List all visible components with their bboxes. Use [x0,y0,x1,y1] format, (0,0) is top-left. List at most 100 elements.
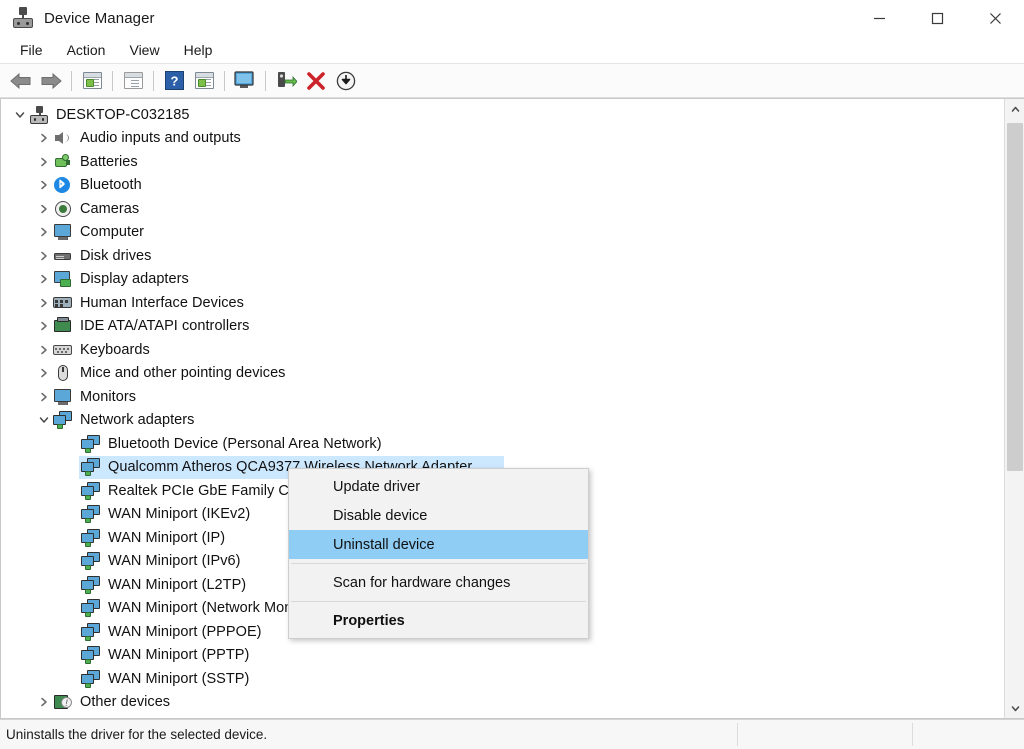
tree-item-label: WAN Miniport (PPTP) [108,647,250,664]
tree-category-other-devices[interactable]: ! Other devices [1,691,1004,715]
back-icon[interactable] [6,67,36,95]
chevron-right-icon[interactable] [35,127,53,150]
computer-icon [53,223,73,241]
tree-category-mice[interactable]: Mice and other pointing devices [1,362,1004,386]
context-menu-item-properties[interactable]: Properties [289,606,588,635]
scroll-down-icon[interactable] [1005,698,1024,718]
forward-icon[interactable] [36,67,66,95]
tree-category-ide-controllers[interactable]: IDE ATA/ATAPI controllers [1,315,1004,339]
chevron-right-icon[interactable] [35,174,53,197]
chevron-right-icon[interactable] [35,244,53,267]
tree-item-label: Keyboards [80,341,150,358]
tree-item-label: Disk drives [80,247,152,264]
tree-item-label: Bluetooth [80,177,142,194]
tree-item-label: Other devices [80,694,171,711]
tree-item-label: Cameras [80,200,140,217]
maximize-icon[interactable] [908,0,966,36]
chevron-right-icon[interactable] [35,291,53,314]
chevron-down-icon[interactable] [35,409,53,432]
properties-icon[interactable] [77,67,107,95]
menu-view[interactable]: View [117,39,171,61]
context-menu-item-scan-for-hardware-changes[interactable]: Scan for hardware changes [289,568,588,597]
scrollbar-thumb[interactable] [1007,123,1023,471]
device-tree-panel: DESKTOP-C032185 Audio inputs and outputs [0,98,1024,719]
chevron-right-icon[interactable] [35,268,53,291]
tree-item-label: Batteries [80,153,138,170]
keyboard-icon [53,341,73,359]
tree-item-label: IDE ATA/ATAPI controllers [80,318,250,335]
tree-root-row[interactable]: DESKTOP-C032185 [1,103,1004,127]
toolbar-separator [112,70,113,91]
tree-root-label: DESKTOP-C032185 [56,106,190,123]
tree-item-label: Audio inputs and outputs [80,130,241,147]
chevron-down-icon[interactable] [11,103,29,126]
chevron-right-icon[interactable] [35,221,53,244]
network-device-icon [81,434,101,453]
chevron-right-icon[interactable] [35,197,53,220]
vertical-scrollbar[interactable] [1004,99,1024,718]
tree-category-bluetooth[interactable]: Bluetooth [1,174,1004,198]
disable-device-icon[interactable] [331,67,361,95]
status-bar-divider [912,723,913,746]
tree-device-row[interactable]: Bluetooth Device (Personal Area Network) [1,432,1004,456]
chevron-right-icon[interactable] [35,315,53,338]
menu-file[interactable]: File [8,39,55,61]
tree-category-hid[interactable]: Human Interface Devices [1,291,1004,315]
computer-root-icon [29,105,49,124]
network-device-icon [81,552,101,571]
update-driver-window-icon[interactable] [118,67,148,95]
close-icon[interactable] [966,0,1024,36]
tree-category-network-adapters[interactable]: Network adapters [1,409,1004,433]
chevron-right-icon[interactable] [35,385,53,408]
tree-item-label: WAN Miniport (L2TP) [108,576,247,593]
context-menu-item-uninstall-device[interactable]: Uninstall device [289,530,588,559]
scroll-up-icon[interactable] [1005,99,1024,119]
audio-icon [53,129,73,147]
tree-device-row[interactable]: WAN Miniport (SSTP) [1,667,1004,691]
chevron-right-icon[interactable] [35,338,53,361]
menu-action[interactable]: Action [55,39,118,61]
toolbar-separator [153,70,154,91]
other-devices-warning-icon: ! [53,693,73,711]
tree-item-label: Mice and other pointing devices [80,365,286,382]
network-device-icon [81,481,101,500]
context-menu[interactable]: Update driver Disable device Uninstall d… [288,468,589,639]
uninstall-device-icon[interactable] [301,67,331,95]
network-device-icon [81,528,101,547]
help-icon[interactable]: ? [159,67,189,95]
device-tree[interactable]: DESKTOP-C032185 Audio inputs and outputs [1,99,1004,718]
show-hidden-devices-icon[interactable] [189,67,219,95]
tree-device-row[interactable]: WAN Miniport (PPTP) [1,644,1004,668]
device-manager-window: Device Manager File Action View Help ? D… [0,0,1024,749]
context-menu-item-disable-device[interactable]: Disable device [289,501,588,530]
tree-item-label: Display adapters [80,271,189,288]
tree-category-batteries[interactable]: Batteries [1,150,1004,174]
disk-drive-icon [53,247,73,265]
tree-category-computer[interactable]: Computer [1,221,1004,245]
minimize-icon[interactable] [850,0,908,36]
tree-category-monitors[interactable]: Monitors [1,385,1004,409]
window-title: Device Manager [44,9,155,27]
ide-controller-icon [53,317,73,335]
context-menu-separator [291,563,586,564]
update-driver-software-icon[interactable] [271,67,301,95]
tree-category-audio[interactable]: Audio inputs and outputs [1,127,1004,151]
device-manager-icon [12,7,34,29]
chevron-right-icon[interactable] [35,691,53,714]
tree-category-keyboards[interactable]: Keyboards [1,338,1004,362]
tree-item-label: WAN Miniport (PPPOE) [108,623,262,640]
network-adapter-icon [53,411,73,430]
tree-item-label: Computer [80,224,145,241]
toolbar-separator [265,70,266,91]
network-device-icon [81,599,101,618]
menu-help[interactable]: Help [172,39,225,61]
chevron-right-icon[interactable] [35,150,53,173]
monitor-icon [53,388,73,406]
scan-for-hardware-changes-icon[interactable] [230,67,260,95]
chevron-right-icon[interactable] [35,362,53,385]
tree-category-cameras[interactable]: Cameras [1,197,1004,221]
tree-category-display-adapters[interactable]: Display adapters [1,268,1004,292]
tree-category-disk-drives[interactable]: Disk drives [1,244,1004,268]
context-menu-item-update-driver[interactable]: Update driver [289,472,588,501]
tree-item-label: WAN Miniport (IP) [108,529,226,546]
